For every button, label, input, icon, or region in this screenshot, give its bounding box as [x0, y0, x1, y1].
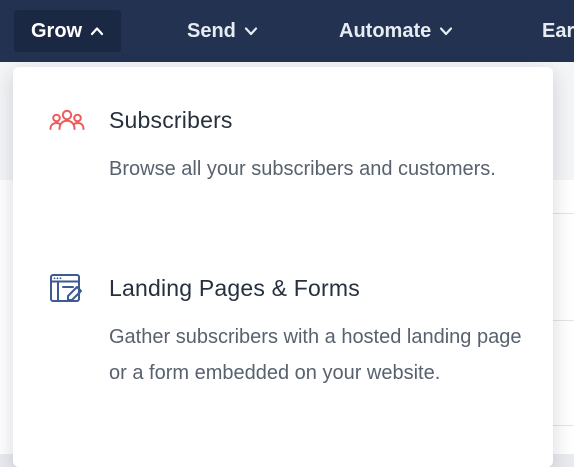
- form-edit-icon: [49, 273, 83, 310]
- nav-item-send[interactable]: Send: [187, 10, 258, 52]
- nav-item-label: Ear: [542, 19, 574, 42]
- nav-item-label: Grow: [31, 19, 83, 42]
- nav-item-grow[interactable]: Grow: [14, 10, 122, 52]
- page-card-left: [0, 180, 14, 454]
- menu-item-description: Browse all your subscribers and customer…: [109, 158, 496, 180]
- menu-item-landing-pages-forms[interactable]: Landing Pages & Forms Gather subscribers…: [13, 265, 553, 435]
- page-card-right: [552, 180, 574, 454]
- menu-item-subscribers[interactable]: Subscribers Browse all your subscribers …: [13, 97, 553, 227]
- chevron-up-icon: [90, 24, 104, 38]
- chevron-down-icon: [244, 24, 258, 38]
- users-icon: [49, 107, 85, 142]
- nav-item-label: Automate: [339, 19, 432, 42]
- nav-item-automate[interactable]: Automate: [339, 10, 453, 52]
- grow-dropdown-menu: Subscribers Browse all your subscribers …: [13, 67, 553, 467]
- menu-item-title: Subscribers: [109, 107, 233, 133]
- menu-item-title: Landing Pages & Forms: [109, 275, 360, 301]
- menu-item-description: Gather subscribers with a hosted landing…: [109, 326, 522, 384]
- top-nav: Grow Send Automate Ear: [0, 0, 574, 62]
- chevron-down-icon: [439, 24, 453, 38]
- nav-item-earn[interactable]: Ear: [542, 10, 574, 52]
- nav-item-label: Send: [187, 19, 236, 42]
